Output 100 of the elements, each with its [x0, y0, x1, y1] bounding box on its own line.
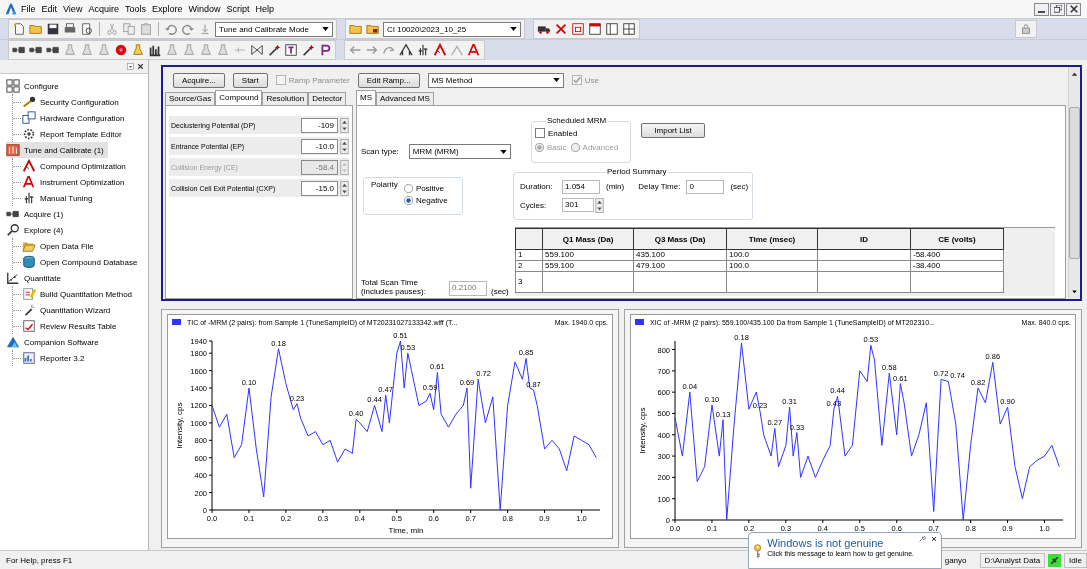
navigation-item[interactable]: Report Template Editor [21, 127, 125, 141]
delay-time-field[interactable]: 0 [686, 179, 725, 194]
four-pane-icon[interactable] [622, 22, 636, 36]
text-frame-icon[interactable] [284, 43, 298, 57]
close-pane-button[interactable] [136, 62, 145, 71]
window-icon[interactable] [588, 22, 602, 36]
lock-icon[interactable] [1019, 22, 1033, 36]
navigation-item[interactable]: Open Compound Database [21, 255, 141, 269]
peak-icon[interactable] [433, 43, 447, 57]
spin-button[interactable] [340, 117, 349, 133]
locked-folder-icon[interactable] [366, 22, 380, 36]
row-header[interactable]: 3 [515, 271, 543, 293]
navigation-item[interactable]: Explore (4) [6, 222, 68, 238]
menu-item[interactable]: Script [223, 4, 253, 14]
spin-button[interactable] [595, 197, 604, 213]
bowtie-icon[interactable] [250, 43, 264, 57]
tab[interactable]: Detector [308, 92, 347, 105]
unit-label: (sec) [730, 182, 749, 191]
column-header[interactable]: Q1 Mass (Da) [542, 228, 634, 250]
menu-item[interactable]: Help [252, 4, 277, 14]
import-list-button[interactable]: Import List [641, 123, 705, 138]
bar-chart-icon[interactable] [148, 43, 162, 57]
navigation-item[interactable]: Quantitate [6, 270, 65, 286]
minimize-button[interactable] [1034, 2, 1049, 16]
edit-ramp-button[interactable]: Edit Ramp... [357, 72, 420, 88]
navigation-item[interactable]: Open Data File [21, 239, 97, 253]
number-field[interactable]: -10.0 [301, 138, 338, 154]
navigation-item[interactable]: Acquire (1) [6, 206, 68, 222]
enabled-checkbox[interactable] [535, 128, 545, 138]
navigation-item[interactable]: Reporter 3.2 [21, 351, 88, 365]
menu-item[interactable]: File [18, 4, 39, 14]
start-button[interactable]: Start [232, 72, 268, 88]
wrench-icon[interactable] [918, 535, 926, 543]
row-header[interactable]: 2 [515, 260, 543, 272]
row-header[interactable]: 1 [515, 249, 543, 261]
print-preview-icon[interactable] [80, 22, 94, 36]
pane-menu-button[interactable] [126, 62, 135, 71]
navigation-item[interactable]: Manual Tuning [21, 191, 96, 205]
tab[interactable]: MS [356, 90, 376, 105]
project-dropdown[interactable]: CI 10020\2023_10_25 [383, 21, 521, 37]
group-title: Polarity [370, 180, 399, 189]
cycles-field[interactable]: 301 [562, 198, 594, 212]
wand-icon[interactable] [301, 43, 315, 57]
scan-type-dropdown[interactable]: MRM (MRM) [408, 144, 511, 159]
navigation-item[interactable]: Review Results Table [21, 319, 120, 333]
tab[interactable]: Source/Gas [165, 92, 216, 105]
navigation-item[interactable]: Build Quantitation Method [21, 287, 136, 301]
column-header[interactable]: Q3 Mass (Da) [633, 228, 727, 250]
letter-a-icon[interactable] [467, 43, 481, 57]
navigation-item[interactable]: Companion Software [6, 334, 103, 350]
menu-item[interactable]: Explore [148, 4, 186, 14]
bar-chart-icon [22, 351, 36, 365]
radio-button[interactable] [404, 184, 413, 193]
tuning-icon [22, 191, 36, 205]
number-field[interactable]: -109 [301, 117, 338, 133]
tuning-icon[interactable] [416, 43, 430, 57]
menu-item[interactable]: Tools [121, 4, 149, 14]
column-header[interactable]: ID [817, 228, 911, 250]
caret-icon [552, 78, 560, 82]
menu-item[interactable]: Window [185, 4, 224, 14]
undo-icon[interactable] [164, 22, 178, 36]
save-icon[interactable] [46, 22, 60, 36]
tab[interactable]: Advanced MS [376, 92, 434, 105]
peak-icon[interactable] [399, 43, 413, 57]
tab[interactable]: Resolution [262, 92, 309, 105]
printer-icon[interactable] [63, 22, 77, 36]
column-header[interactable]: Time (msec) [726, 228, 818, 250]
navigation-item[interactable]: Instrument Optimization [21, 175, 128, 189]
menu-item[interactable]: View [60, 4, 86, 14]
axis-title: Time, min [388, 526, 424, 535]
navigation-item[interactable]: Security Configuration [21, 95, 122, 109]
record-icon[interactable] [114, 43, 128, 57]
acquire-button[interactable]: Acquire... [173, 72, 225, 88]
method-dropdown[interactable]: MS Method [427, 72, 564, 88]
cross-icon[interactable] [554, 22, 568, 36]
navigation-item[interactable]: Compound Optimization [21, 159, 129, 173]
radio-button[interactable] [404, 196, 413, 205]
restore-button[interactable] [1050, 2, 1065, 16]
navigation-item[interactable]: Tune and Calibrate (1) [6, 142, 108, 158]
mode-dropdown[interactable]: Tune and Calibrate Mode [215, 21, 333, 37]
redo-icon[interactable] [181, 22, 195, 36]
navigation-item[interactable]: Quantitation Wizard [21, 303, 114, 317]
tab[interactable]: Compound [215, 90, 263, 105]
close-button[interactable] [1066, 2, 1081, 16]
navigation-item[interactable]: Configure [6, 78, 63, 94]
number-field[interactable]: -15.0 [301, 180, 338, 196]
close-icon[interactable] [930, 535, 938, 543]
menu-item[interactable]: Acquire [85, 4, 122, 14]
column-header[interactable]: CE (volts) [910, 228, 1004, 250]
letter-a-icon [22, 175, 36, 189]
two-pane-icon[interactable] [605, 22, 619, 36]
new-document-icon[interactable] [12, 22, 26, 36]
navigation-item[interactable]: Hardware Configuration [21, 111, 128, 125]
vertical-scrollbar[interactable] [1068, 67, 1080, 299]
frame-icon[interactable] [571, 22, 585, 36]
menu-item[interactable]: Edit [38, 4, 61, 14]
spin-button[interactable] [340, 138, 349, 154]
spin-button[interactable] [340, 180, 349, 196]
duration-field[interactable]: 1.054 [562, 179, 600, 194]
wand-icon[interactable] [267, 43, 281, 57]
